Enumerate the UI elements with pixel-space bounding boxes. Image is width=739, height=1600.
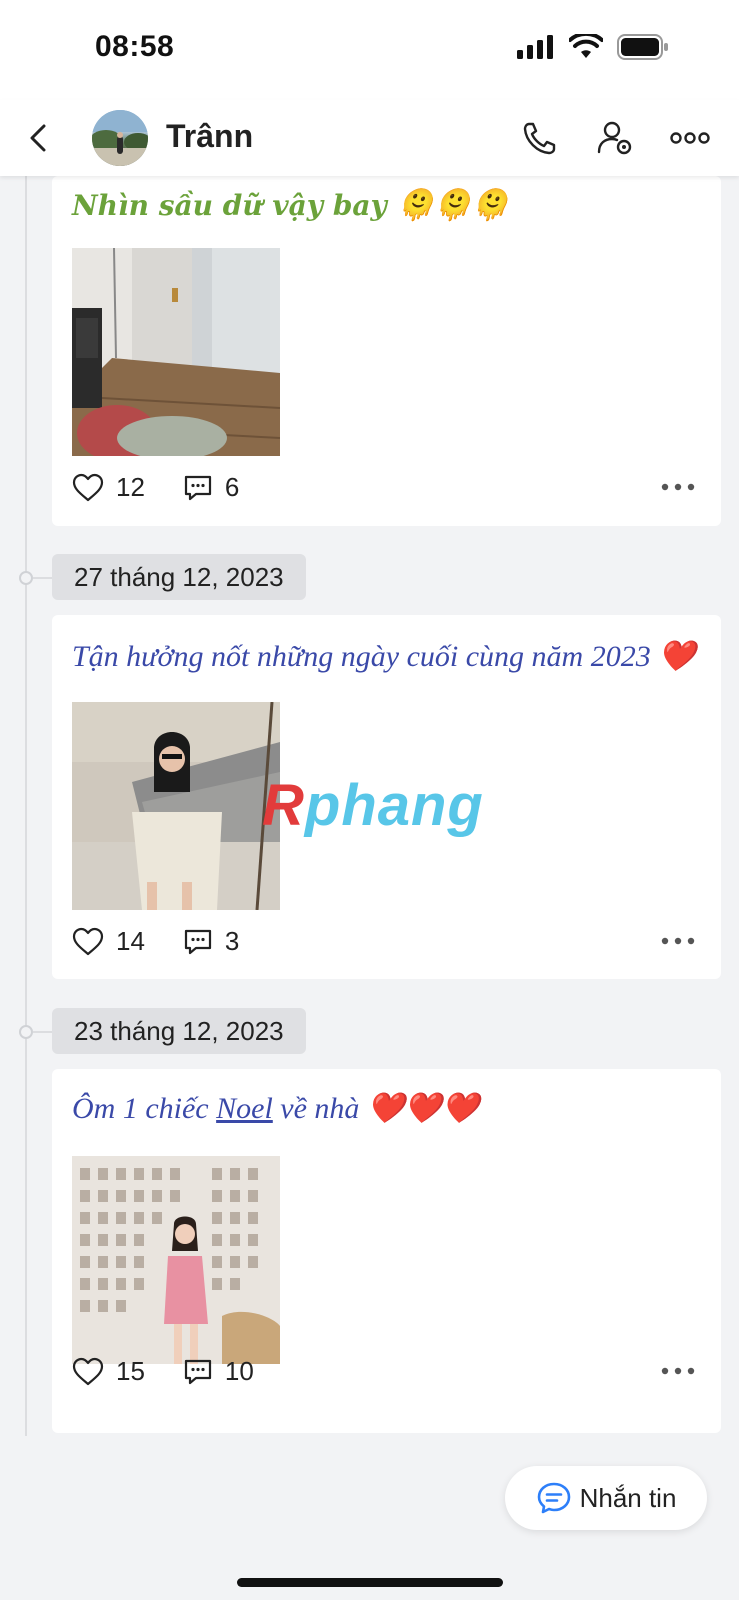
post-caption-emoji: ❤️❤️❤️: [366, 1092, 479, 1125]
date-chip: 23 tháng 12, 2023: [52, 1008, 306, 1054]
like-count: 15: [116, 1356, 145, 1386]
post-card: Ôm 1 chiếc Noel về nhà ❤️❤️❤️ 15 10: [52, 1069, 721, 1433]
post-card: Nhìn sầu dữ vậy bay 🫠🫠🫠 12 6: [52, 176, 721, 526]
post-actions: 14 3: [72, 926, 277, 957]
watermark-part1: R: [262, 773, 305, 838]
watermark-part2: phang: [304, 773, 484, 838]
post-more-icon[interactable]: [661, 1366, 695, 1376]
post-photo[interactable]: [72, 1156, 280, 1364]
comment-icon[interactable]: [183, 473, 213, 503]
phone-icon[interactable]: [520, 118, 560, 158]
back-arrow-icon[interactable]: [24, 118, 54, 158]
contact-name[interactable]: Trânn: [166, 118, 253, 155]
more-options-icon[interactable]: [668, 118, 712, 158]
post-caption-text: Tận hưởng nốt những ngày cuối cùng năm 2…: [72, 640, 651, 673]
post-caption: Ôm 1 chiếc Noel về nhà ❤️❤️❤️: [72, 1091, 479, 1126]
comment-count: 6: [224, 472, 240, 502]
heart-icon[interactable]: [72, 1357, 104, 1387]
post-actions: 15 10: [72, 1356, 292, 1387]
comment-icon[interactable]: [183, 927, 213, 957]
comment-count: 10: [224, 1356, 254, 1386]
timeline-line: [25, 176, 27, 1436]
post-photo[interactable]: [72, 702, 280, 910]
post-caption-emoji: 🫠🫠🫠: [396, 188, 509, 223]
chat-bubble-icon: [537, 1482, 570, 1514]
timeline-connector: [33, 1031, 52, 1033]
message-button[interactable]: Nhắn tin: [505, 1466, 707, 1530]
post-photo[interactable]: [72, 248, 280, 456]
post-caption-prefix: Ôm 1 chiếc: [72, 1092, 209, 1125]
post-caption-text: Nhìn sầu dữ vậy bay: [72, 189, 387, 222]
status-time: 08:58: [95, 30, 175, 63]
post-caption-emoji: ❤️: [658, 640, 696, 673]
watermark-logo: Rphang: [262, 772, 484, 839]
profile-settings-icon[interactable]: [595, 118, 635, 158]
post-actions: 12 6: [72, 472, 277, 503]
post-caption-suffix: về nhà: [280, 1092, 360, 1125]
heart-icon[interactable]: [72, 927, 104, 957]
heart-icon[interactable]: [72, 473, 104, 503]
timeline-connector: [33, 577, 52, 579]
wifi-icon: [569, 34, 603, 58]
battery-icon: [617, 34, 668, 60]
status-icons: [517, 34, 669, 60]
message-button-label: Nhắn tin: [579, 1482, 677, 1513]
date-chip: 27 tháng 12, 2023: [52, 554, 306, 600]
comment-count: 3: [224, 926, 240, 956]
home-indicator[interactable]: [237, 1578, 503, 1587]
status-bar: 08:58: [0, 0, 739, 100]
timeline-dot: [19, 571, 33, 585]
chat-header: Trânn: [0, 100, 739, 176]
like-count: 12: [116, 472, 145, 502]
timeline-dot: [19, 1025, 33, 1039]
noel-link[interactable]: Noel: [216, 1092, 273, 1125]
cellular-signal-icon: [517, 35, 553, 59]
post-more-icon[interactable]: [661, 482, 695, 492]
post-more-icon[interactable]: [661, 936, 695, 946]
post-caption: Tận hưởng nốt những ngày cuối cùng năm 2…: [72, 639, 696, 674]
comment-icon[interactable]: [183, 1357, 213, 1387]
post-caption: Nhìn sầu dữ vậy bay 🫠🫠🫠: [72, 188, 509, 223]
like-count: 14: [116, 926, 145, 956]
avatar[interactable]: [92, 110, 148, 166]
